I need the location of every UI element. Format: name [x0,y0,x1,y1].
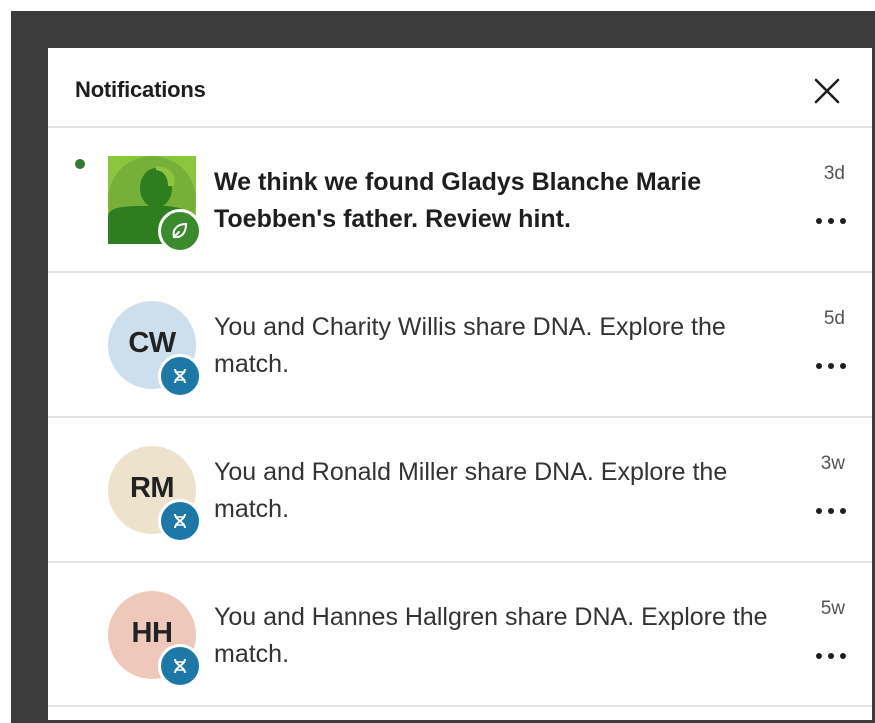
more-options-icon [816,218,846,224]
more-options-icon [816,653,846,659]
notification-message: You and Hannes Hallgren share DNA. Explo… [214,603,768,668]
dna-icon [174,513,186,529]
more-options-button[interactable] [814,214,848,226]
notification-time: 5w [820,598,845,619]
notification-time: 5d [823,308,845,329]
close-button[interactable] [810,74,844,108]
notification-time: 3w [820,453,845,474]
notification-message: We think we found Gladys Blanche Marie T… [214,168,702,233]
close-icon [814,78,840,104]
notifications-panel: Notifications We think we found Gladys B… [48,48,872,720]
dna-badge [158,499,202,543]
notification-item[interactable]: RM You and Ronald Miller share DNA. Expl… [48,418,872,563]
notification-time: 3d [823,163,845,184]
notification-item[interactable]: CW You and Charity Willis share DNA. Exp… [48,273,872,418]
dna-badge [158,354,202,398]
notification-item[interactable]: HH You and Hannes Hallgren share DNA. Ex… [48,563,872,707]
window-frame: Notifications We think we found Gladys B… [11,11,875,723]
leaf-icon [172,222,188,239]
notification-item[interactable]: We think we found Gladys Blanche Marie T… [48,128,872,273]
more-options-button[interactable] [814,649,848,661]
more-options-icon [816,508,846,514]
notification-message: You and Charity Willis share DNA. Explor… [214,313,726,378]
hint-badge [158,209,202,253]
panel-title: Notifications [75,77,206,102]
more-options-icon [816,363,846,369]
more-options-button[interactable] [814,504,848,516]
panel-header: Notifications [48,48,872,128]
notification-list: We think we found Gladys Blanche Marie T… [48,128,872,707]
unread-indicator [75,159,85,169]
dna-icon [174,368,186,384]
dna-badge [158,644,202,688]
notification-message: You and Ronald Miller share DNA. Explore… [214,458,728,523]
dna-icon [174,658,186,674]
more-options-button[interactable] [814,359,848,371]
